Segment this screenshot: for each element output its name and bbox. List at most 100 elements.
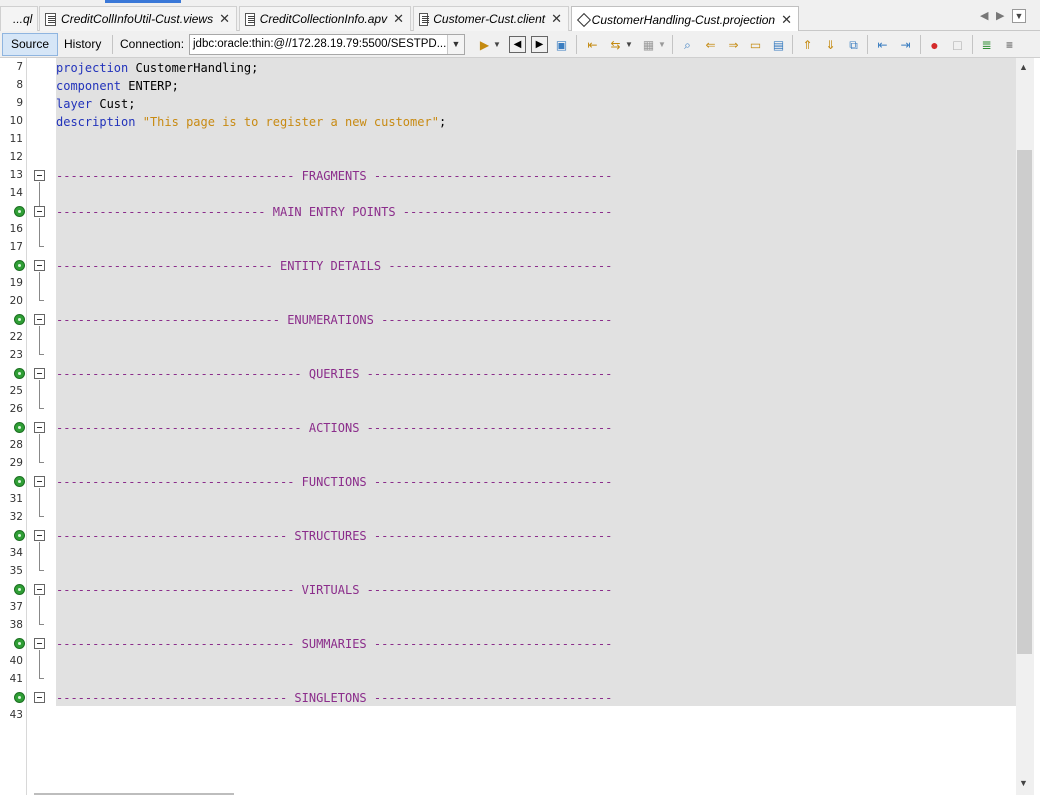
toolbar-separator: [867, 35, 868, 54]
comment-icon[interactable]: ≣: [978, 36, 995, 53]
fold-guide-end: [39, 570, 44, 571]
scroll-tabs-right-icon[interactable]: ▶: [996, 9, 1004, 22]
fold-toggle-icon[interactable]: [34, 530, 45, 541]
fold-toggle-icon[interactable]: [34, 422, 45, 433]
fold-toggle-icon[interactable]: [34, 368, 45, 379]
shift-right-icon[interactable]: ⇥: [897, 36, 914, 53]
code-line[interactable]: -------------------------------- SINGLET…: [56, 689, 612, 707]
fold-guide: [39, 542, 40, 570]
fold-toggle-icon[interactable]: [34, 206, 45, 217]
toolbar-separator: [672, 35, 673, 54]
override-marker-icon[interactable]: [14, 422, 25, 433]
fold-guide-end: [39, 408, 44, 409]
toggle-bookmark-icon[interactable]: ⧉: [845, 36, 862, 53]
forward-icon[interactable]: ▶: [531, 36, 548, 53]
fold-toggle-icon[interactable]: [34, 476, 45, 487]
section-comment: --------------------------------- FRAGME…: [56, 169, 613, 183]
fold-toggle-icon[interactable]: [34, 314, 45, 325]
find-selection-icon[interactable]: ▭: [747, 36, 764, 53]
refresh-icon[interactable]: ▣: [553, 36, 570, 53]
section-comment: --------------------------------- FUNCTI…: [56, 475, 613, 489]
find-next-icon[interactable]: ⇒: [725, 36, 742, 53]
code-line[interactable]: --------------------------------- VIRTUA…: [56, 581, 612, 599]
override-marker-icon[interactable]: [14, 584, 25, 595]
tab-customer-cust-client[interactable]: Customer-Cust.client ✕: [413, 6, 569, 31]
line-number: 17: [9, 241, 23, 253]
string-literal: "This page is to register a new customer…: [142, 115, 439, 129]
code-editor[interactable]: 7 8 9 10 11 12 13 14 16 17 19 20 22 23 25 26 28 29 31 32 34 3…: [0, 58, 1040, 795]
back-icon[interactable]: ◀: [509, 36, 526, 53]
override-marker-icon[interactable]: [14, 260, 25, 271]
override-marker-icon[interactable]: [14, 314, 25, 325]
source-button[interactable]: Source: [2, 33, 59, 56]
shift-left-icon[interactable]: ⇤: [874, 36, 891, 53]
previous-bookmark-icon[interactable]: ⇑: [799, 36, 816, 53]
stop-macro-icon[interactable]: □: [949, 36, 966, 53]
close-icon[interactable]: ✕: [219, 11, 230, 27]
code-line[interactable]: projection CustomerHandling;: [56, 59, 258, 77]
fold-guide: [39, 434, 40, 462]
line-number: 11: [9, 133, 23, 145]
override-marker-icon[interactable]: [14, 368, 25, 379]
connection-select[interactable]: jdbc:oracle:thin:@//172.28.19.79:5500/SE…: [189, 34, 465, 55]
code-line[interactable]: --------------------------------- FRAGME…: [56, 167, 612, 185]
code-line[interactable]: ------------------------------ ENTITY DE…: [56, 257, 612, 275]
navigate-icon[interactable]: ⇆: [607, 36, 624, 53]
fold-toggle-icon[interactable]: [34, 692, 45, 703]
override-marker-icon[interactable]: [14, 638, 25, 649]
fold-toggle-icon[interactable]: [34, 584, 45, 595]
deploy-icon[interactable]: ▶: [476, 36, 493, 53]
tab-creditcollinfoutil-views[interactable]: CreditCollInfoUtil-Cust.views ✕: [39, 6, 237, 31]
close-icon[interactable]: ✕: [393, 11, 404, 27]
override-marker-icon[interactable]: [14, 692, 25, 703]
override-marker-icon[interactable]: [14, 206, 25, 217]
tab-list-menu-icon[interactable]: ▼: [1012, 9, 1026, 23]
next-bookmark-icon[interactable]: ⇓: [822, 36, 839, 53]
chevron-down-icon[interactable]: ▼: [624, 36, 634, 53]
line-number: 12: [9, 151, 23, 163]
close-icon[interactable]: ✕: [781, 12, 792, 28]
line-number: 26: [9, 403, 23, 415]
fold-guide: [39, 596, 40, 624]
history-button[interactable]: History: [55, 33, 110, 56]
override-marker-icon[interactable]: [14, 476, 25, 487]
code-line[interactable]: --------------------------------- FUNCTI…: [56, 473, 612, 491]
chevron-down-icon[interactable]: ▼: [447, 35, 464, 54]
tab-customerhandling-projection[interactable]: CustomerHandling-Cust.projection ✕: [571, 6, 799, 32]
code-line[interactable]: description "This page is to register a …: [56, 113, 446, 131]
scroll-down-icon[interactable]: ▼: [1019, 778, 1028, 788]
chevron-down-icon[interactable]: ▼: [492, 36, 502, 53]
code-line[interactable]: ---------------------------------- ACTIO…: [56, 419, 612, 437]
tab-label: Customer-Cust.client: [433, 12, 546, 26]
code-line[interactable]: ------------------------------- ENUMERAT…: [56, 311, 612, 329]
find-previous-icon[interactable]: ⇐: [702, 36, 719, 53]
last-edit-icon[interactable]: ⇤: [584, 36, 601, 53]
section-comment: -------------------------------- SINGLET…: [56, 691, 613, 705]
tab-creditcollectioninfo-apv[interactable]: CreditCollectionInfo.apv ✕: [239, 6, 411, 31]
code-line[interactable]: ----------------------------- MAIN ENTRY…: [56, 203, 612, 221]
bookmark-icon[interactable]: ▦: [640, 36, 657, 53]
vertical-scrollbar[interactable]: ▲ ▼: [1016, 58, 1034, 795]
find-icon[interactable]: ⌕: [679, 36, 696, 53]
uncomment-icon[interactable]: ≡: [1001, 36, 1018, 53]
fold-toggle-icon[interactable]: [34, 638, 45, 649]
line-number: 29: [9, 457, 23, 469]
line-number: 22: [9, 331, 23, 343]
chevron-down-icon[interactable]: ▼: [657, 36, 667, 53]
code-line[interactable]: ---------------------------------- QUERI…: [56, 365, 612, 383]
scroll-up-icon[interactable]: ▲: [1019, 62, 1028, 72]
code-line[interactable]: layer Cust;: [56, 95, 135, 113]
code-line[interactable]: -------------------------------- STRUCTU…: [56, 527, 612, 545]
code-line[interactable]: --------------------------------- SUMMAR…: [56, 635, 612, 653]
fold-toggle-icon[interactable]: [34, 260, 45, 271]
scroll-tabs-left-icon[interactable]: ◀: [980, 9, 988, 22]
fold-toggle-icon[interactable]: [34, 170, 45, 181]
override-marker-icon[interactable]: [14, 530, 25, 541]
close-icon[interactable]: ✕: [551, 11, 562, 27]
start-macro-icon[interactable]: ●: [926, 36, 943, 53]
toggle-highlight-icon[interactable]: ▤: [770, 36, 787, 53]
tab-overflow-ql[interactable]: ...ql: [0, 6, 38, 31]
toolbar-separator: [112, 35, 113, 54]
code-line[interactable]: component ENTERP;: [56, 77, 179, 95]
scrollbar-thumb[interactable]: [1017, 150, 1032, 654]
